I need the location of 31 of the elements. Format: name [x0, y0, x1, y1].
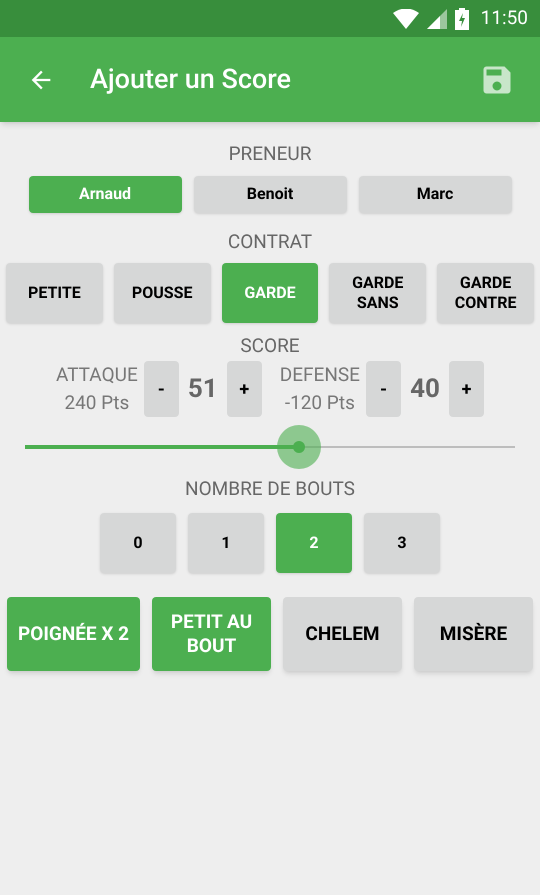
side-points: -120 Pts [284, 390, 355, 416]
status-time: 11:50 [480, 5, 528, 32]
decrement-button[interactable]: - [144, 361, 179, 418]
contract-button[interactable]: GARDE CONTRE [437, 262, 534, 322]
section-label: CONTRAT [228, 230, 312, 254]
increment-button[interactable]: + [226, 361, 262, 418]
score-slider[interactable] [25, 425, 515, 470]
contract-button[interactable]: GARDE SANS [329, 262, 426, 322]
section-label: PRENEUR [228, 142, 312, 166]
bonus-button[interactable]: MISÈRE [414, 597, 533, 671]
battery-icon [454, 8, 469, 30]
decrement-button[interactable]: - [366, 361, 401, 418]
side-label: ATTAQUE [56, 362, 138, 388]
score-value: 40 [409, 372, 441, 406]
bouts-button[interactable]: 3 [364, 513, 440, 573]
bonus-button[interactable]: CHELEM [283, 597, 402, 671]
wifi-icon [392, 8, 419, 28]
signal-icon [426, 8, 447, 28]
player-button[interactable]: Marc [358, 176, 512, 213]
increment-button[interactable]: + [448, 361, 484, 418]
side-points: 240 Pts [64, 390, 130, 416]
side-label: DEFENSE [280, 362, 360, 388]
screen-title: Ajouter un Score [90, 62, 292, 98]
player-button[interactable]: Benoit [194, 176, 346, 213]
contract-button[interactable]: POUSSE [114, 262, 211, 322]
bouts-button[interactable]: 0 [100, 513, 176, 573]
section-label: NOMBRE DE BOUTS [185, 477, 355, 501]
section-label: SCORE [240, 334, 300, 358]
contract-button[interactable]: PETITE [6, 262, 103, 322]
bouts-button[interactable]: 1 [188, 513, 264, 573]
score-value: 51 [186, 372, 219, 406]
